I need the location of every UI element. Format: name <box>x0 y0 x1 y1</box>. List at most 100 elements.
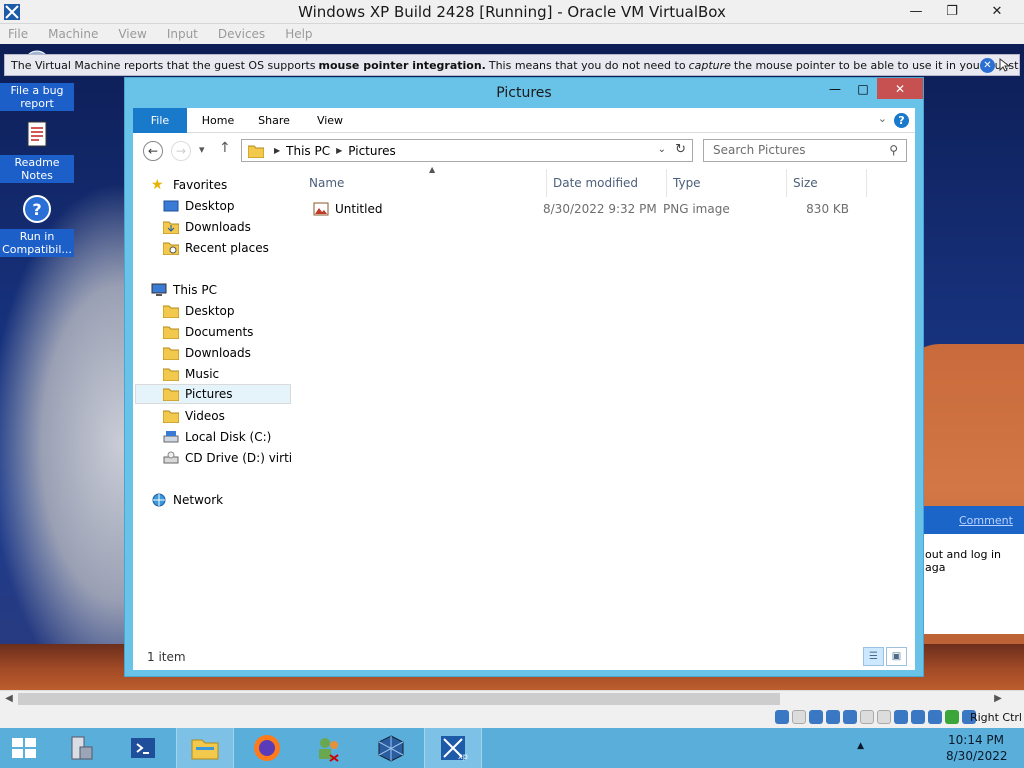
tree-label: Downloads <box>185 220 251 234</box>
vbox-title-bar: Windows XP Build 2428 [Running] - Oracle… <box>0 0 1024 24</box>
tree-item-pc-pictures[interactable]: Pictures <box>135 384 291 404</box>
taskbar-firefox[interactable] <box>238 728 296 768</box>
tree-item-local-disk[interactable]: Local Disk (C:) <box>163 427 271 447</box>
comment-link[interactable]: Comment <box>923 506 1024 534</box>
address-bar[interactable]: ▶ This PC ▶ Pictures ⌄ ↻ <box>241 139 693 162</box>
column-type[interactable]: Type <box>667 169 787 197</box>
tab-view[interactable]: View <box>305 108 355 133</box>
search-input[interactable]: Search Pictures ⚲ <box>703 139 907 162</box>
forward-button[interactable]: → <box>171 141 191 161</box>
mouse-integration-status-icon[interactable] <box>945 710 959 724</box>
tree-item-cd-drive[interactable]: CD Drive (D:) virtio-w <box>163 448 291 468</box>
network-status-icon[interactable] <box>826 710 840 724</box>
breadcrumb-pictures[interactable]: Pictures <box>348 144 396 158</box>
explorer-status-bar: 1 item ☰ ▣ <box>133 643 915 670</box>
audio-status-icon[interactable] <box>809 710 823 724</box>
item-count: 1 item <box>147 650 186 664</box>
infobar-close-icon[interactable]: ✕ <box>980 58 995 73</box>
svg-text:?: ? <box>32 200 41 219</box>
tree-item-network[interactable]: Network <box>151 490 223 510</box>
tree-item-pc-videos[interactable]: Videos <box>163 406 225 426</box>
hard-disk-status-icon[interactable] <box>775 710 789 724</box>
optical-drive-status-icon[interactable] <box>792 710 806 724</box>
vtx-status-icon[interactable] <box>928 710 942 724</box>
taskbar-powershell[interactable] <box>114 728 172 768</box>
file-row[interactable]: Untitled 8/30/2022 9:32 PM PNG image 830… <box>303 197 903 221</box>
up-button[interactable]: ↑ <box>219 140 231 156</box>
taskbar-server-manager[interactable] <box>52 728 110 768</box>
file-name-cell[interactable]: Untitled <box>313 202 382 216</box>
breadcrumb-this-pc[interactable]: This PC <box>286 144 330 158</box>
scrollbar-thumb[interactable] <box>18 693 780 705</box>
close-button[interactable]: ✕ <box>970 0 1024 22</box>
videos-folder-icon <box>163 410 179 423</box>
infobar-text-bold: mouse pointer integration. <box>318 58 486 72</box>
column-headers: ▲ Name Date modified Type Size <box>291 165 891 197</box>
show-hidden-icons-icon[interactable]: ▲ <box>857 741 864 751</box>
breadcrumb-separator-icon[interactable]: ▶ <box>274 146 280 155</box>
explorer-close-button[interactable]: ✕ <box>877 78 923 99</box>
menu-file[interactable]: File <box>8 27 28 41</box>
minimize-button[interactable]: — <box>898 0 934 22</box>
network-icon <box>152 493 166 507</box>
shared-folders-status-icon[interactable] <box>860 710 874 724</box>
tab-home[interactable]: Home <box>193 108 243 133</box>
tree-item-fav-recent[interactable]: Recent places <box>163 238 269 258</box>
menu-help[interactable]: Help <box>285 27 312 41</box>
tree-item-fav-desktop[interactable]: Desktop <box>163 196 235 216</box>
tree-label: Local Disk (C:) <box>185 430 272 444</box>
address-dropdown-icon[interactable]: ⌄ <box>658 144 666 155</box>
display-status-icon[interactable] <box>877 710 891 724</box>
tree-item-pc-desktop[interactable]: Desktop <box>163 301 235 321</box>
taskbar-file-explorer[interactable] <box>176 728 234 768</box>
taskbar-virtualbox[interactable] <box>362 728 420 768</box>
vbox-horizontal-scrollbar[interactable]: ◀ ▶ <box>0 690 1024 707</box>
explorer-maximize-button[interactable]: □ <box>849 78 877 99</box>
explorer-minimize-button[interactable]: — <box>821 78 849 99</box>
tree-label: Downloads <box>185 346 251 360</box>
infobar-text-mid: This means that you do not need to <box>488 58 686 72</box>
tree-item-favorites[interactable]: ★ Favorites <box>151 175 227 195</box>
details-view-icon[interactable]: ☰ <box>863 647 884 666</box>
scroll-right-icon[interactable]: ▶ <box>990 692 1006 706</box>
search-placeholder: Search Pictures <box>713 143 806 157</box>
recording-status-icon[interactable] <box>894 710 908 724</box>
expand-ribbon-icon[interactable]: ⌄ <box>878 112 887 125</box>
tree-item-pc-music[interactable]: Music <box>163 364 219 384</box>
users-icon <box>319 738 339 762</box>
star-icon: ★ <box>151 177 164 193</box>
menu-machine[interactable]: Machine <box>48 27 98 41</box>
column-size[interactable]: Size <box>787 169 867 197</box>
refresh-icon[interactable]: ↻ <box>675 142 686 157</box>
tree-item-fav-downloads[interactable]: Downloads <box>163 217 251 237</box>
recent-locations-icon[interactable]: ▾ <box>199 143 205 156</box>
menu-devices[interactable]: Devices <box>218 27 265 41</box>
tree-item-pc-documents[interactable]: Documents <box>163 322 253 342</box>
large-icons-view-icon[interactable]: ▣ <box>886 647 907 666</box>
tab-share[interactable]: Share <box>249 108 299 133</box>
desktop-icon-compat[interactable]: ? Run in Compatibil... <box>0 194 74 257</box>
usb-status-icon[interactable] <box>843 710 857 724</box>
mouse-integration-icon[interactable] <box>997 57 1013 73</box>
taskbar-network-users[interactable] <box>300 728 358 768</box>
back-button[interactable]: ← <box>143 141 163 161</box>
help-icon[interactable]: ? <box>894 113 909 128</box>
system-tray: ▲ 10:14 PM 8/30/2022 <box>824 728 1024 768</box>
desktop-icon-readme[interactable]: Readme Notes <box>0 120 74 183</box>
cpu-status-icon[interactable] <box>911 710 925 724</box>
tree-item-pc-downloads[interactable]: Downloads <box>163 343 251 363</box>
folder-icon <box>163 305 179 318</box>
tree-item-this-pc[interactable]: This PC <box>151 280 217 300</box>
tab-file[interactable]: File <box>133 108 187 133</box>
column-name[interactable]: Name <box>291 169 547 197</box>
explorer-title-bar: Pictures — □ ✕ <box>125 78 923 108</box>
column-date-modified[interactable]: Date modified <box>547 169 667 197</box>
restore-button[interactable]: ❐ <box>934 0 970 22</box>
scroll-left-icon[interactable]: ◀ <box>1 692 17 706</box>
menu-view[interactable]: View <box>118 27 146 41</box>
windows-start-icon[interactable] <box>10 736 38 760</box>
menu-input[interactable]: Input <box>167 27 198 41</box>
clock[interactable]: 10:14 PM 8/30/2022 <box>946 732 1008 764</box>
breadcrumb-separator-icon[interactable]: ▶ <box>336 146 342 155</box>
taskbar-vm-xp[interactable]: xp <box>424 728 482 768</box>
